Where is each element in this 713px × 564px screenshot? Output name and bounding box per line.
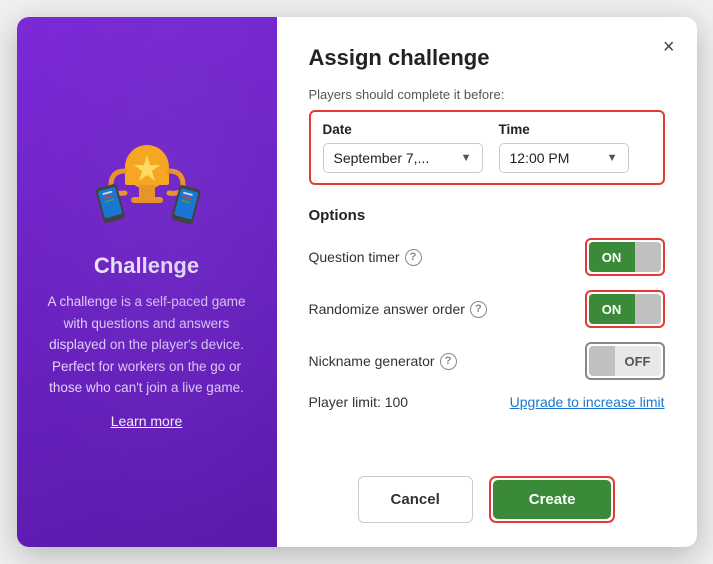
left-panel: Challenge A challenge is a self-paced ga… <box>17 17 277 547</box>
create-btn-wrapper: Create <box>489 476 616 523</box>
date-value: September 7,... <box>334 150 430 166</box>
create-button[interactable]: Create <box>493 480 612 519</box>
option-row-question-timer: Question timer ? ON <box>309 238 665 276</box>
date-header: Date <box>323 122 483 137</box>
question-timer-toggle[interactable]: ON <box>589 242 661 272</box>
toggle-off-left <box>589 346 615 376</box>
time-value: 12:00 PM <box>510 150 570 166</box>
bottom-buttons: Cancel Create <box>309 476 665 523</box>
question-timer-toggle-wrapper: ON <box>585 238 665 276</box>
nickname-help-icon[interactable]: ? <box>440 353 457 370</box>
deadline-label: Players should complete it before: <box>309 87 665 102</box>
toggle-off-side-2 <box>635 294 661 324</box>
date-time-box: Date Time September 7,... ▼ 12:00 PM ▼ <box>309 110 665 185</box>
time-dropdown-arrow: ▼ <box>607 152 618 164</box>
date-dropdown-arrow: ▼ <box>461 152 472 164</box>
randomize-label: Randomize answer order ? <box>309 301 487 318</box>
dt-selects: September 7,... ▼ 12:00 PM ▼ <box>323 143 651 173</box>
close-button[interactable]: × <box>659 33 679 61</box>
left-title: Challenge <box>94 253 199 279</box>
randomize-toggle-wrapper: ON <box>585 290 665 328</box>
toggle-off-side <box>635 242 661 272</box>
option-row-randomize: Randomize answer order ? ON <box>309 290 665 328</box>
option-row-nickname: Nickname generator ? OFF <box>309 342 665 380</box>
right-panel: × Assign challenge Players should comple… <box>277 17 697 547</box>
nickname-toggle[interactable]: OFF <box>589 346 661 376</box>
time-header: Time <box>499 122 629 137</box>
options-title: Options <box>309 207 665 224</box>
nickname-label: Nickname generator ? <box>309 353 457 370</box>
question-timer-help-icon[interactable]: ? <box>405 249 422 266</box>
dialog-title: Assign challenge <box>309 45 665 71</box>
learn-more-link[interactable]: Learn more <box>111 413 183 429</box>
player-limit-row: Player limit: 100 Upgrade to increase li… <box>309 394 665 410</box>
randomize-toggle[interactable]: ON <box>589 294 661 324</box>
toggle-on-label-2: ON <box>589 294 635 324</box>
modal-container: Challenge A challenge is a self-paced ga… <box>17 17 697 547</box>
upgrade-link[interactable]: Upgrade to increase limit <box>510 394 665 410</box>
trophy-illustration <box>87 135 207 235</box>
left-description: A challenge is a self-paced game with qu… <box>41 291 253 399</box>
date-select[interactable]: September 7,... ▼ <box>323 143 483 173</box>
randomize-help-icon[interactable]: ? <box>470 301 487 318</box>
question-timer-label: Question timer ? <box>309 249 422 266</box>
time-select[interactable]: 12:00 PM ▼ <box>499 143 629 173</box>
toggle-on-label: ON <box>589 242 635 272</box>
player-limit-text: Player limit: 100 <box>309 394 409 410</box>
toggle-off-text: OFF <box>615 346 661 376</box>
nickname-toggle-wrapper: OFF <box>585 342 665 380</box>
dt-headers: Date Time <box>323 122 651 137</box>
cancel-button[interactable]: Cancel <box>358 476 473 523</box>
